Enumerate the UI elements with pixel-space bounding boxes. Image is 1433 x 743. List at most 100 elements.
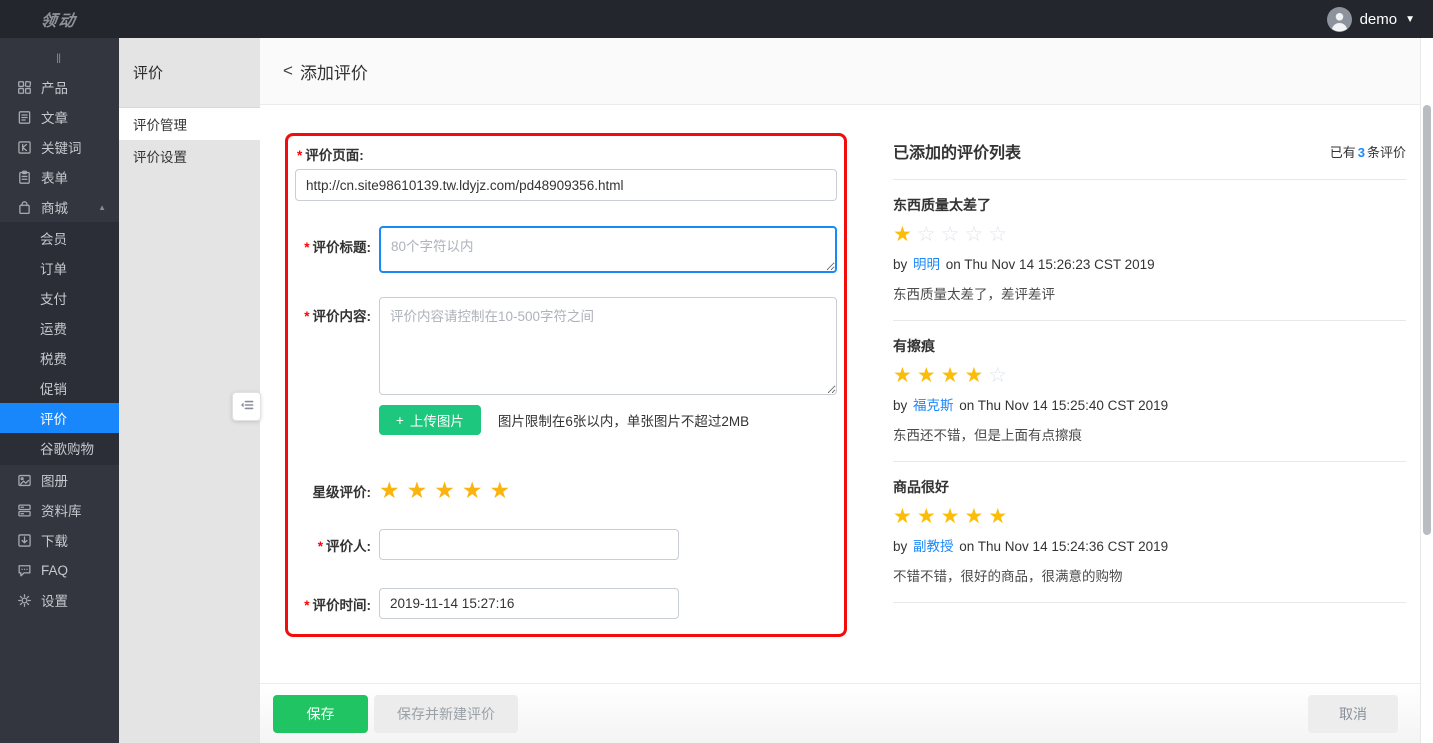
rating-star-3[interactable]: ★ xyxy=(434,477,455,503)
star-icon: ☆ xyxy=(917,223,936,246)
sidebar-item-products[interactable]: 产品 xyxy=(0,72,119,102)
sidebar-item-library[interactable]: 资料库 xyxy=(0,495,119,525)
sidebar-item-label: FAQ xyxy=(41,563,68,578)
sidebar-item-faq[interactable]: FAQ xyxy=(0,555,119,585)
star-rating: ★★★★★ xyxy=(379,479,517,503)
rating-star-1[interactable]: ★ xyxy=(379,477,400,503)
sidebar-item-label: 设置 xyxy=(41,590,68,610)
review-byline: by 福克斯 on Thu Nov 14 15:25:40 CST 2019 xyxy=(893,394,1406,414)
plus-icon: + xyxy=(396,413,404,428)
collapse-panel-button[interactable] xyxy=(232,392,261,421)
sidebar-item-articles[interactable]: 文章 xyxy=(0,102,119,132)
rating-star-4[interactable]: ★ xyxy=(462,477,483,503)
sidebar-item-settings[interactable]: 设置 xyxy=(0,585,119,615)
sidebar-item-label: 文章 xyxy=(41,107,68,127)
sidebar-item-label: 评价 xyxy=(40,408,67,428)
products-icon xyxy=(17,80,32,95)
sidebar-item-download[interactable]: 下载 xyxy=(0,525,119,555)
star-rating-label: 星级评价: xyxy=(313,485,372,500)
review-title: 有擦痕 xyxy=(893,336,1406,356)
reviewer-input[interactable] xyxy=(379,529,679,560)
reviewer-name-link[interactable]: 福克斯 xyxy=(911,398,956,413)
sidebar-item-members[interactable]: 会员 xyxy=(0,223,119,253)
reviewer-name-link[interactable]: 副教授 xyxy=(911,539,956,554)
star-icon: ☆ xyxy=(941,223,960,246)
review-list: 东西质量太差了★☆☆☆☆by 明明 on Thu Nov 14 15:26:23… xyxy=(893,180,1406,603)
footer-actions: 保存 保存并新建评价 取消 xyxy=(260,683,1420,743)
review-byline: by 副教授 on Thu Nov 14 15:24:36 CST 2019 xyxy=(893,535,1406,555)
subnav-item-review-settings[interactable]: 评价设置 xyxy=(119,140,260,172)
review-time-label: 评价时间: xyxy=(313,598,372,613)
user-menu[interactable]: demo ▼ xyxy=(1327,7,1433,32)
cancel-button[interactable]: 取消 xyxy=(1308,695,1398,733)
review-content-input[interactable] xyxy=(379,297,837,395)
forms-icon xyxy=(17,170,32,185)
sidebar-item-reviews[interactable]: 评价 xyxy=(0,403,119,433)
required-mark: * xyxy=(304,240,309,255)
star-icon: ★ xyxy=(893,364,912,387)
subnav-item-review-management[interactable]: 评价管理 xyxy=(119,108,260,140)
field-upload: + 上传图片 图片限制在6张以内，单张图片不超过2MB xyxy=(295,405,837,435)
sidebar-item-label: 订单 xyxy=(40,258,67,278)
review-list-title: 已添加的评价列表 xyxy=(893,139,1021,163)
sidebar-item-label: 产品 xyxy=(41,77,68,97)
mall-icon xyxy=(17,200,32,215)
chevron-up-icon: ▲ xyxy=(98,203,106,212)
main-content: < 添加评价 *评价页面: *评价标题: xyxy=(260,38,1420,743)
sidebar-item-google-shopping[interactable]: 谷歌购物 xyxy=(0,433,119,463)
star-icon: ★ xyxy=(917,364,936,387)
sidebar-item-label: 谷歌购物 xyxy=(40,438,94,458)
review-item: 东西质量太差了★☆☆☆☆by 明明 on Thu Nov 14 15:26:23… xyxy=(893,180,1406,321)
reviewer-name-link[interactable]: 明明 xyxy=(911,257,942,272)
required-mark: * xyxy=(304,598,309,613)
star-icon: ★ xyxy=(988,505,1007,528)
avatar-icon xyxy=(1327,7,1352,32)
field-review-content: *评价内容: xyxy=(295,297,837,395)
sidebar-item-mall[interactable]: 商城 ▲ xyxy=(0,192,119,222)
sidebar-item-label: 支付 xyxy=(40,288,67,308)
faq-icon xyxy=(17,563,32,578)
star-icon: ★ xyxy=(941,364,960,387)
sidebar-item-label: 税费 xyxy=(40,348,67,368)
reviewer-label: 评价人: xyxy=(326,539,371,554)
save-and-new-button[interactable]: 保存并新建评价 xyxy=(374,695,518,733)
topbar: 领动 demo ▼ xyxy=(0,0,1433,38)
review-title-input[interactable] xyxy=(379,226,837,273)
download-icon xyxy=(17,533,32,548)
sidebar-item-tax[interactable]: 税费 xyxy=(0,343,119,373)
review-stars: ★★★★★ xyxy=(893,506,1406,527)
library-icon xyxy=(17,503,32,518)
sidebar-item-label: 会员 xyxy=(40,228,67,248)
articles-icon xyxy=(17,110,32,125)
sidebar-item-label: 商城 xyxy=(41,197,68,217)
field-reviewer: *评价人: xyxy=(295,529,837,560)
scrollbar[interactable] xyxy=(1420,38,1433,743)
review-time-input[interactable] xyxy=(379,588,679,619)
star-icon: ☆ xyxy=(988,364,1007,387)
sidebar-item-promotion[interactable]: 促销 xyxy=(0,373,119,403)
rating-star-2[interactable]: ★ xyxy=(407,477,428,503)
review-list-panel: 已添加的评价列表 已有3条评价 东西质量太差了★☆☆☆☆by 明明 on Thu… xyxy=(893,105,1420,683)
collapse-menu-icon xyxy=(240,398,254,415)
sidebar-item-keywords[interactable]: 关键词 xyxy=(0,132,119,162)
save-button[interactable]: 保存 xyxy=(273,695,368,733)
review-page-input[interactable] xyxy=(295,169,837,201)
sidebar-item-forms[interactable]: 表单 xyxy=(0,162,119,192)
review-title: 商品很好 xyxy=(893,477,1406,497)
secondary-sidebar: 评价 评价管理评价设置 xyxy=(119,38,260,743)
sidebar-item-payment[interactable]: 支付 xyxy=(0,283,119,313)
review-title-label: 评价标题: xyxy=(313,240,372,255)
app-window: 领动 demo ▼ ‖ 产品文章关键词表单商城 ▲ 会员订单支付运费税费促销评价谷歌… xyxy=(0,0,1433,743)
sidebar-item-shipping[interactable]: 运费 xyxy=(0,313,119,343)
back-button[interactable]: < xyxy=(283,61,293,81)
review-title: 东西质量太差了 xyxy=(893,195,1406,215)
scrollbar-thumb[interactable] xyxy=(1423,105,1431,535)
review-item: 商品很好 ★★★★★ by 副教授 on Thu Nov 14 15:24:36 C… xyxy=(893,462,1406,603)
sidebar-item-orders[interactable]: 订单 xyxy=(0,253,119,283)
rating-star-5[interactable]: ★ xyxy=(490,477,511,503)
sidebar-item-gallery[interactable]: 图册 xyxy=(0,465,119,495)
sidebar-collapse-handle[interactable]: ‖ xyxy=(0,44,119,72)
review-body: 东西质量太差了，差评差评 xyxy=(893,283,1406,303)
page-title: 添加评价 xyxy=(300,59,368,84)
upload-image-button[interactable]: + 上传图片 xyxy=(379,405,481,435)
